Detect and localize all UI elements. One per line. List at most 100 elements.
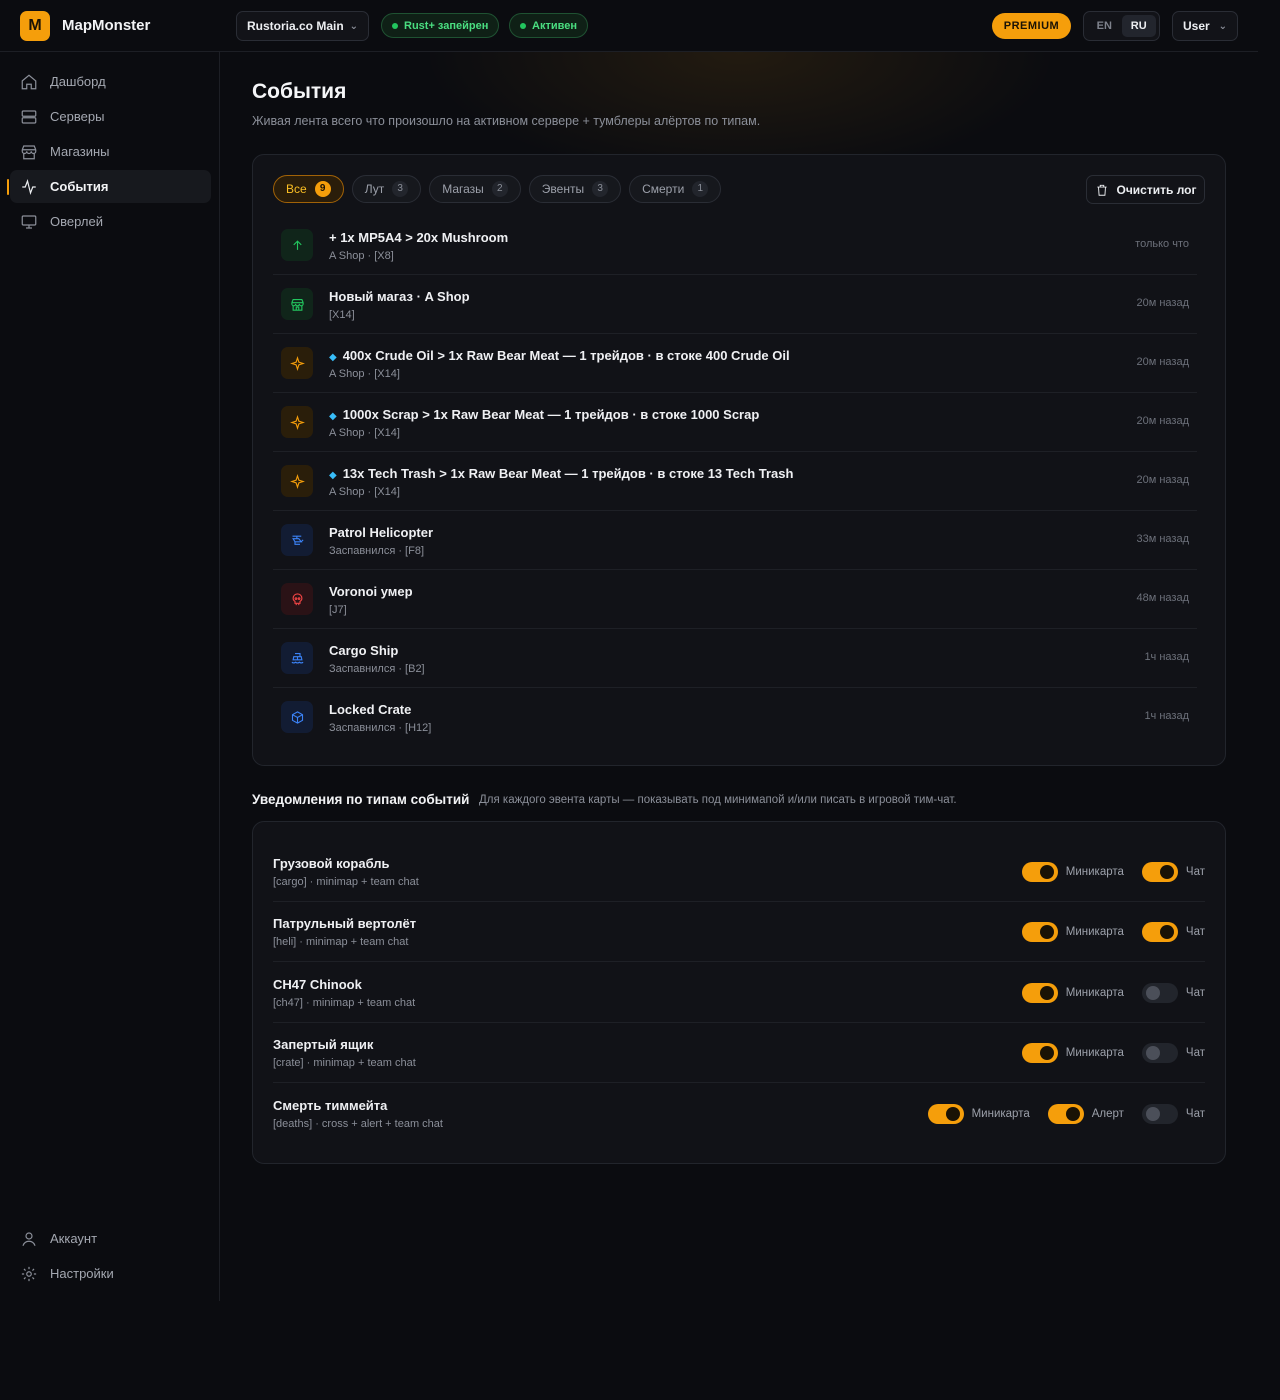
- notification-row-crate: Запертый ящик [crate] · minimap + team c…: [273, 1023, 1205, 1083]
- status-badge-active: Активен: [509, 13, 588, 38]
- sidebar-item-events[interactable]: События: [7, 170, 211, 203]
- event-row[interactable]: ◆ 13x Tech Trash > 1x Raw Bear Meat — 1 т…: [273, 452, 1197, 511]
- event-icon-wrap: [281, 524, 313, 556]
- event-icon-wrap: [281, 347, 313, 379]
- minimap-toggle[interactable]: [1021, 983, 1058, 1003]
- logo: M: [20, 11, 50, 41]
- toggle-label: Миникарта: [1065, 866, 1124, 878]
- alert-toggle[interactable]: [1047, 1104, 1084, 1124]
- sparkle-icon: [289, 414, 305, 430]
- event-row[interactable]: ◆ 1000x Scrap > 1x Raw Bear Meat — 1 трей…: [273, 393, 1197, 452]
- user-icon: [22, 1231, 36, 1246]
- chat-toggle[interactable]: [1141, 862, 1178, 882]
- toggle-group: Миникарта Чат: [1004, 983, 1205, 1003]
- toggle-group: Миникарта Алерт Чат: [910, 1104, 1205, 1124]
- filter-deaths[interactable]: Смерти 1: [629, 175, 722, 203]
- event-subtitle: A Shop · [X14]: [329, 368, 400, 380]
- sparkle-icon: [289, 355, 305, 371]
- event-title-text: 400x Crude Oil > 1x Raw Bear Meat — 1 тр…: [342, 348, 790, 363]
- toggle-label: Миникарта: [971, 1108, 1030, 1120]
- ship-icon: [291, 652, 303, 664]
- notification-subtitle: [heli] · minimap + team chat: [273, 936, 409, 948]
- toggle-label: Чат: [1185, 1108, 1205, 1120]
- sidebar: Дашборд Серверы Магазины События Оверлей…: [0, 52, 220, 1301]
- event-row[interactable]: + 1x MP5A4 > 20x Mushroom A Shop · [X8] …: [273, 216, 1197, 275]
- event-icon-wrap: [281, 465, 313, 497]
- sidebar-item-overlay[interactable]: Оверлей: [10, 205, 211, 238]
- event-subtitle: A Shop · [X14]: [329, 427, 400, 439]
- event-row[interactable]: Locked Crate Заспавнился · [H12] 1ч наза…: [273, 688, 1197, 747]
- helicopter-icon: [291, 535, 304, 545]
- chevron-down-icon: ⌄: [349, 20, 358, 32]
- sidebar-item-dashboard[interactable]: Дашборд: [10, 65, 211, 98]
- event-row[interactable]: Cargo Ship Заспавнился · [B2] 1ч назад: [273, 629, 1197, 688]
- notifications-subtitle: Для каждого эвента карты — показывать по…: [479, 794, 957, 806]
- lang-en-button[interactable]: EN: [1087, 15, 1122, 37]
- sparkle-icon: [289, 473, 305, 489]
- minimap-toggle[interactable]: [1021, 862, 1058, 882]
- event-title: Patrol Helicopter: [329, 525, 434, 540]
- store-icon: [290, 298, 304, 311]
- user-menu-button[interactable]: User ⌄: [1172, 11, 1238, 41]
- user-menu-label: User: [1183, 19, 1210, 33]
- chat-toggle[interactable]: [1141, 983, 1178, 1003]
- chat-toggle[interactable]: [1141, 1104, 1178, 1124]
- status-paired-label: Rust+ запейрен: [404, 19, 489, 32]
- arrow-up-icon: [292, 239, 302, 250]
- app-name: MapMonster: [62, 17, 151, 34]
- chat-toggle[interactable]: [1141, 1043, 1178, 1063]
- filter-events[interactable]: Эвенты 3: [528, 175, 622, 203]
- notification-title: Запертый ящик: [273, 1037, 374, 1052]
- notifications-card: Грузовой корабль [cargo] · minimap + tea…: [252, 821, 1226, 1164]
- notification-row-deaths: Смерть тиммейта [deaths] · cross + alert…: [273, 1084, 1205, 1144]
- sidebar-item-account[interactable]: Аккаунт: [10, 1222, 211, 1255]
- trash-icon: [1096, 184, 1107, 196]
- filter-label: Все: [286, 182, 307, 196]
- premium-badge[interactable]: PREMIUM: [992, 13, 1071, 39]
- lang-ru-button[interactable]: RU: [1121, 15, 1156, 37]
- filter-all[interactable]: Все 9: [273, 175, 344, 203]
- sidebar-item-servers[interactable]: Серверы: [10, 100, 211, 133]
- server-select[interactable]: Rustoria.co Main ⌄: [236, 11, 369, 41]
- monitor-icon: [21, 214, 37, 229]
- event-time: 33м назад: [1136, 533, 1189, 545]
- chat-toggle[interactable]: [1141, 922, 1178, 942]
- sidebar-item-label: Оверлей: [50, 214, 103, 229]
- filter-count: 3: [592, 181, 609, 197]
- clear-log-button[interactable]: Очистить лог: [1086, 175, 1205, 204]
- server-icon: [21, 109, 37, 124]
- notification-subtitle: [ch47] · minimap + team chat: [273, 997, 416, 1009]
- event-time: 48м назад: [1136, 592, 1189, 604]
- minimap-toggle[interactable]: [927, 1104, 964, 1124]
- event-title: + 1x MP5A4 > 20x Mushroom: [329, 230, 509, 245]
- page-subtitle: Живая лента всего что произошло на актив…: [252, 114, 761, 128]
- event-icon-wrap: [281, 642, 313, 674]
- clear-log-label: Очистить лог: [1116, 182, 1197, 197]
- sidebar-item-shops[interactable]: Магазины: [10, 135, 211, 168]
- minimap-toggle[interactable]: [1021, 1043, 1058, 1063]
- event-time: только что: [1135, 238, 1189, 250]
- event-icon-wrap: [281, 583, 313, 615]
- event-title: ◆ 13x Tech Trash > 1x Raw Bear Meat — 1 т…: [329, 466, 793, 481]
- event-subtitle: A Shop · [X14]: [329, 486, 400, 498]
- event-title: Cargo Ship: [329, 643, 399, 658]
- notification-subtitle: [deaths] · cross + alert + team chat: [273, 1118, 443, 1130]
- filter-loot[interactable]: Лут 3: [351, 175, 422, 203]
- minimap-toggle[interactable]: [1021, 922, 1058, 942]
- sidebar-item-label: События: [50, 179, 109, 194]
- sidebar-item-label: Серверы: [50, 109, 105, 124]
- sidebar-item-settings[interactable]: Настройки: [10, 1257, 211, 1290]
- filter-shops[interactable]: Магазы 2: [429, 175, 521, 203]
- notification-title: Смерть тиммейта: [273, 1098, 388, 1113]
- toggle-group: Миникарта Чат: [1004, 922, 1205, 942]
- status-active-label: Активен: [532, 19, 577, 32]
- event-row[interactable]: Patrol Helicopter Заспавнился · [F8] 33м…: [273, 511, 1197, 570]
- gem-icon: ◆: [329, 352, 337, 363]
- event-row[interactable]: Новый магаз · A Shop [X14] 20м назад: [273, 275, 1197, 334]
- toggle-label: Чат: [1185, 987, 1205, 999]
- language-switch[interactable]: EN RU: [1083, 11, 1160, 41]
- event-row[interactable]: ◆ 400x Crude Oil > 1x Raw Bear Meat — 1 т…: [273, 334, 1197, 393]
- event-filters: Все 9 Лут 3 Магазы 2 Эвенты 3 Смерти 1: [273, 175, 722, 203]
- toggle-label: Чат: [1185, 866, 1205, 878]
- event-row[interactable]: Voronoi умер [J7] 48м назад: [273, 570, 1197, 629]
